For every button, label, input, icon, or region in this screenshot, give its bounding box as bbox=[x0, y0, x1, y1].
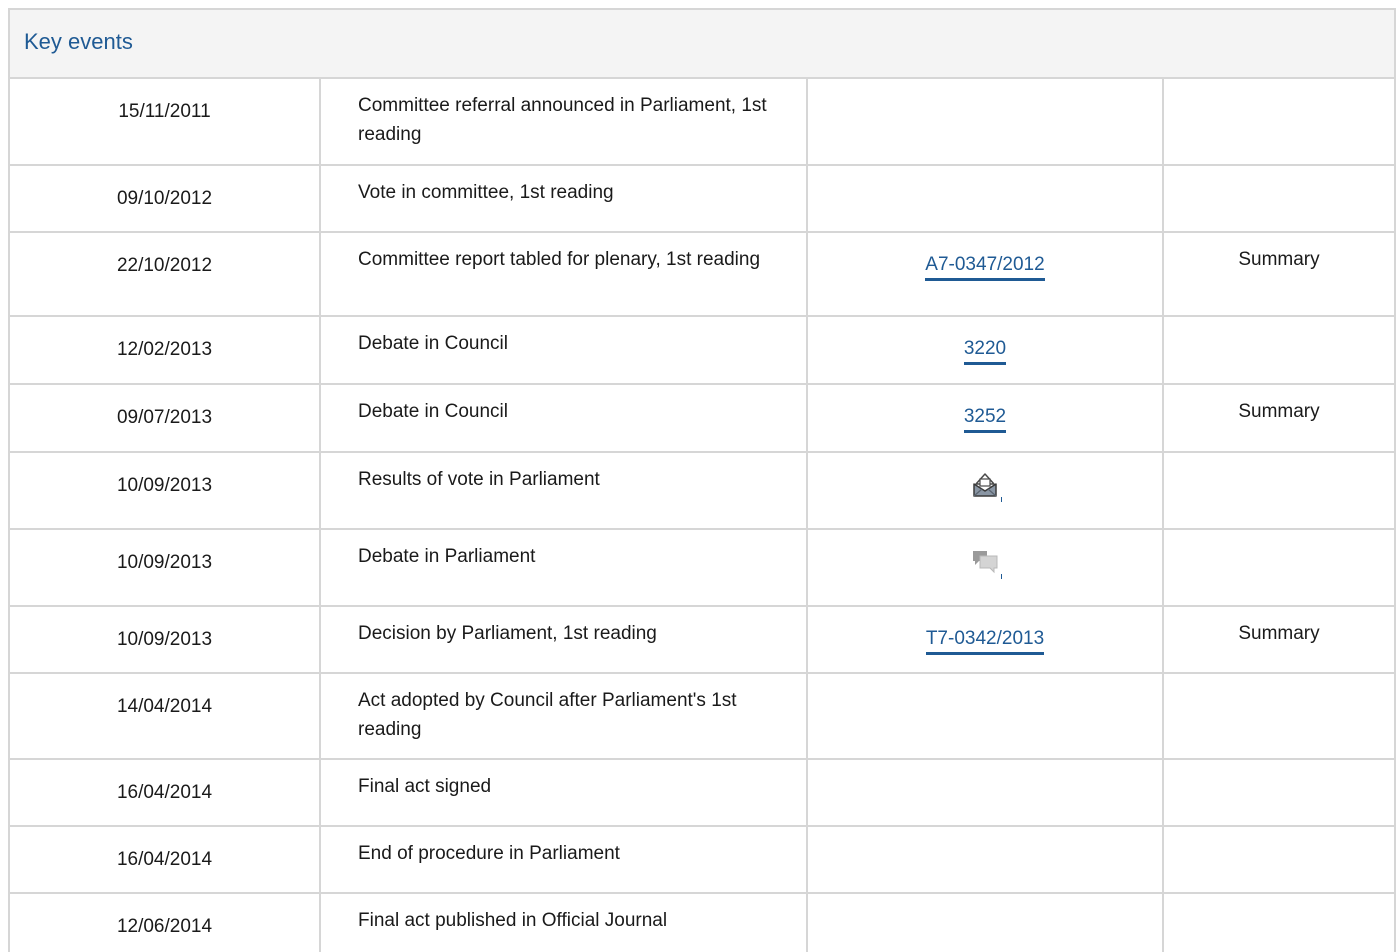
table-row: 10/09/2013 Decision by Parliament, 1st re… bbox=[10, 606, 1394, 674]
event-summary[interactable]: Summary bbox=[1163, 384, 1394, 453]
ballot-envelope-icon[interactable] bbox=[968, 468, 1002, 502]
key-events-table: 15/11/2011 Committee referral announced i… bbox=[10, 79, 1394, 952]
table-row: 10/09/2013 Results of vote in Parliament bbox=[10, 452, 1394, 530]
event-reference-cell bbox=[807, 165, 1164, 233]
event-description: Decision by Parliament, 1st reading bbox=[320, 606, 808, 674]
event-description: Committee report tabled for plenary, 1st… bbox=[320, 232, 808, 317]
table-row: 10/09/2013 Debate in Parliament bbox=[10, 529, 1394, 607]
key-events-panel: Key events 15/11/2011 Committee referral … bbox=[8, 8, 1396, 952]
event-reference-cell bbox=[807, 893, 1164, 952]
event-date: 14/04/2014 bbox=[10, 673, 321, 760]
event-description: Vote in committee, 1st reading bbox=[320, 165, 808, 233]
event-description: Results of vote in Parliament bbox=[320, 452, 808, 530]
event-date: 16/04/2014 bbox=[10, 826, 321, 894]
table-row: 09/07/2013 Debate in Council 3252 Summary bbox=[10, 384, 1394, 453]
event-summary[interactable]: Summary bbox=[1163, 606, 1394, 674]
table-row: 22/10/2012 Committee report tabled for pl… bbox=[10, 232, 1394, 317]
event-reference-cell bbox=[807, 79, 1164, 166]
speech-bubbles-icon[interactable] bbox=[968, 545, 1002, 579]
event-date: 16/04/2014 bbox=[10, 759, 321, 827]
event-reference-cell bbox=[807, 673, 1164, 760]
event-summary bbox=[1163, 826, 1394, 894]
event-summary[interactable]: Summary bbox=[1163, 232, 1394, 317]
event-summary bbox=[1163, 893, 1394, 952]
document-reference-link[interactable]: A7-0347/2012 bbox=[925, 252, 1045, 281]
event-date: 12/02/2013 bbox=[10, 316, 321, 385]
event-summary bbox=[1163, 452, 1394, 530]
table-row: 14/04/2014 Act adopted by Council after P… bbox=[10, 673, 1394, 760]
event-summary bbox=[1163, 673, 1394, 760]
document-reference-link[interactable]: 3252 bbox=[963, 404, 1007, 433]
event-date: 10/09/2013 bbox=[10, 529, 321, 607]
event-description: Committee referral announced in Parliame… bbox=[320, 79, 808, 166]
table-row: 09/10/2012 Vote in committee, 1st reading bbox=[10, 165, 1394, 233]
event-summary bbox=[1163, 529, 1394, 607]
event-date: 10/09/2013 bbox=[10, 452, 321, 530]
panel-header: Key events bbox=[10, 10, 1394, 79]
table-row: 12/06/2014 Final act published in Officia… bbox=[10, 893, 1394, 952]
event-description: Debate in Parliament bbox=[320, 529, 808, 607]
event-description: Debate in Council bbox=[320, 316, 808, 385]
event-summary bbox=[1163, 165, 1394, 233]
event-date: 22/10/2012 bbox=[10, 232, 321, 317]
event-date: 10/09/2013 bbox=[10, 606, 321, 674]
table-row: 12/02/2013 Debate in Council 3220 bbox=[10, 316, 1394, 385]
event-summary bbox=[1163, 79, 1394, 166]
document-reference-link[interactable]: T7-0342/2013 bbox=[925, 626, 1045, 655]
event-reference-cell: A7-0347/2012 bbox=[807, 232, 1164, 317]
table-row: 16/04/2014 Final act signed bbox=[10, 759, 1394, 827]
event-summary bbox=[1163, 316, 1394, 385]
event-date: 15/11/2011 bbox=[10, 79, 321, 166]
event-reference-cell: T7-0342/2013 bbox=[807, 606, 1164, 674]
event-reference-cell: 3220 bbox=[807, 316, 1164, 385]
event-description: Final act signed bbox=[320, 759, 808, 827]
document-reference-link[interactable]: 3220 bbox=[963, 336, 1007, 365]
event-date: 12/06/2014 bbox=[10, 893, 321, 952]
event-description: Act adopted by Council after Parliament'… bbox=[320, 673, 808, 760]
event-summary bbox=[1163, 759, 1394, 827]
event-reference-cell bbox=[807, 452, 1164, 530]
event-description: End of procedure in Parliament bbox=[320, 826, 808, 894]
panel-title: Key events bbox=[24, 28, 133, 54]
event-reference-cell: 3252 bbox=[807, 384, 1164, 453]
event-reference-cell bbox=[807, 826, 1164, 894]
event-description: Final act published in Official Journal bbox=[320, 893, 808, 952]
event-date: 09/10/2012 bbox=[10, 165, 321, 233]
event-date: 09/07/2013 bbox=[10, 384, 321, 453]
event-reference-cell bbox=[807, 759, 1164, 827]
key-events-table-body: 15/11/2011 Committee referral announced i… bbox=[10, 79, 1394, 952]
table-row: 15/11/2011 Committee referral announced i… bbox=[10, 79, 1394, 166]
event-reference-cell bbox=[807, 529, 1164, 607]
event-description: Debate in Council bbox=[320, 384, 808, 453]
table-row: 16/04/2014 End of procedure in Parliament bbox=[10, 826, 1394, 894]
